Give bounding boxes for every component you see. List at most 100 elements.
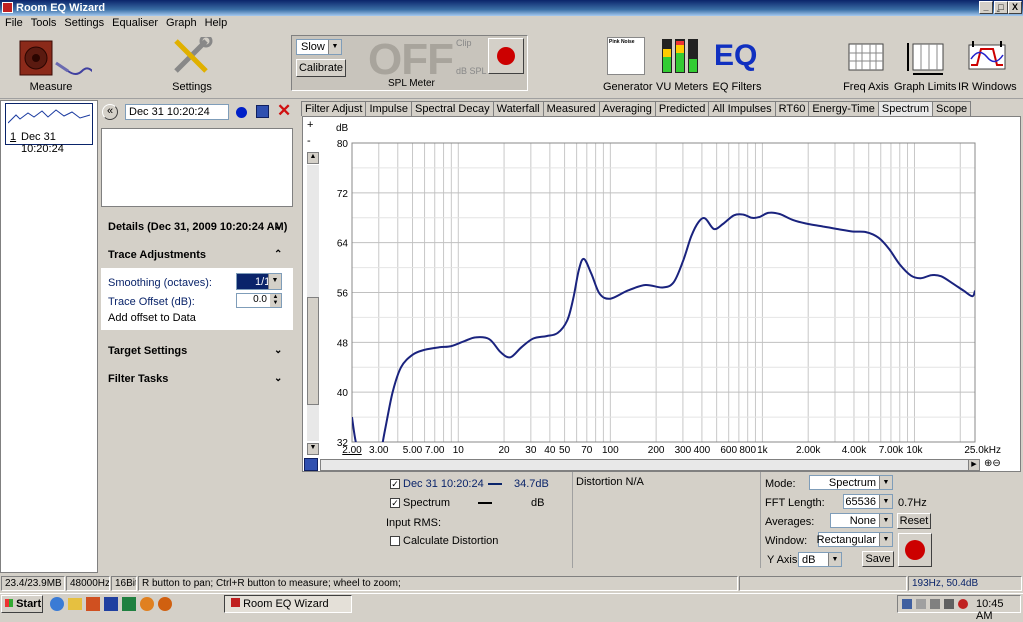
spl-record-button[interactable] xyxy=(488,38,524,74)
x-tick-label: 1k xyxy=(757,445,769,456)
generator-button[interactable]: Pink Noise Generator xyxy=(603,37,653,93)
close-button[interactable]: X xyxy=(1008,1,1022,14)
system-tray: 10:45 AM xyxy=(897,595,1021,622)
collapse-panel-button[interactable]: « xyxy=(102,104,118,120)
word-icon[interactable] xyxy=(104,597,118,611)
save-icon[interactable] xyxy=(256,105,269,118)
menu-file[interactable]: File xyxy=(2,16,26,31)
minimize-button[interactable]: _ xyxy=(979,1,993,14)
measurement-name-input[interactable]: Dec 31 10:20:24 xyxy=(125,104,229,120)
y-axis-value: dB xyxy=(802,554,816,566)
save-button[interactable]: Save xyxy=(862,551,894,567)
x-tick-label: 7.00 xyxy=(425,445,445,456)
mode-select[interactable]: Spectrum ▼ xyxy=(809,475,893,490)
ir-windows-button[interactable]: IR Windows xyxy=(958,37,1017,93)
tab-predicted[interactable]: Predicted xyxy=(654,101,710,116)
measurement-thumbnail-icon xyxy=(8,109,91,124)
tab-measured[interactable]: Measured xyxy=(542,101,600,116)
network-icon[interactable] xyxy=(902,599,912,609)
chevron-down-icon[interactable]: ⌄ xyxy=(274,221,282,232)
tray-icon[interactable] xyxy=(930,599,940,609)
powerpoint-icon[interactable] xyxy=(86,597,100,611)
trace-adjustments-header[interactable]: Trace Adjustments xyxy=(108,249,206,261)
excel-icon[interactable] xyxy=(122,597,136,611)
tab-spectral-decay[interactable]: Spectral Decay xyxy=(411,101,494,116)
details-header[interactable]: Details (Dec 31, 2009 10:20:24 AM) xyxy=(108,221,287,233)
taskbar-room-eq-wizard[interactable]: Room EQ Wizard xyxy=(224,595,352,613)
volume-icon[interactable] xyxy=(916,599,926,609)
averages-label: Averages: xyxy=(765,516,815,528)
fft-length-select[interactable]: 65536 ▼ xyxy=(843,494,893,509)
freq-axis-icon xyxy=(848,43,884,71)
measurement-item[interactable]: 1 Dec 31 10:20:24 xyxy=(5,103,93,155)
start-button[interactable]: Start xyxy=(1,595,43,613)
spectrum-graph[interactable]: + - ▲ ▼ dB 80 72 64 56 48 40 32 2.00 3.00 5.00 7.00… xyxy=(302,116,1021,472)
measure-button[interactable]: Measure xyxy=(8,37,94,93)
app-icon[interactable] xyxy=(140,597,154,611)
calibrate-button[interactable]: Calibrate xyxy=(296,59,346,77)
tab-all-impulses[interactable]: All Impulses xyxy=(708,101,776,116)
spectrum-checkbox[interactable]: ✓ xyxy=(390,498,400,508)
spl-speed-select[interactable]: Slow ▼ xyxy=(296,39,342,55)
graph-tabs: Filter Adjust Impulse Spectral Decay Waterf… xyxy=(301,101,1021,116)
tab-waterfall[interactable]: Waterfall xyxy=(492,101,544,116)
freq-axis-button[interactable]: Freq Axis xyxy=(838,37,894,93)
tab-impulse[interactable]: Impulse xyxy=(365,101,412,116)
chevron-down-icon: ▼ xyxy=(879,514,892,527)
blank-status xyxy=(739,576,907,591)
notes-area[interactable] xyxy=(101,128,293,207)
menu-equaliser[interactable]: Equaliser xyxy=(109,16,161,31)
chevron-down-icon[interactable]: ⌄ xyxy=(274,373,282,384)
folder-icon[interactable] xyxy=(68,598,82,610)
maximize-button[interactable]: ̱□ xyxy=(994,1,1008,14)
tab-filter-adjust[interactable]: Filter Adjust xyxy=(301,101,367,116)
chevron-down-icon[interactable]: ⌄ xyxy=(274,345,282,356)
averages-select[interactable]: None ▼ xyxy=(830,513,893,528)
tab-spectrum[interactable]: Spectrum xyxy=(877,101,933,116)
vu-meters-label: VU Meters xyxy=(656,81,708,93)
save-graph-icon[interactable] xyxy=(304,458,318,471)
menu-graph[interactable]: Graph xyxy=(163,16,200,31)
color-dot-icon[interactable] xyxy=(236,107,247,118)
measurements-list: 1 Dec 31 10:20:24 xyxy=(0,100,98,573)
averages-value: None xyxy=(849,515,876,527)
tray-icon[interactable] xyxy=(958,599,968,609)
settings-button[interactable]: Settings xyxy=(160,37,224,93)
tab-scope[interactable]: Scope xyxy=(931,101,972,116)
y-axis-select[interactable]: dB ▼ xyxy=(798,552,842,567)
reset-button[interactable]: Reset xyxy=(897,513,931,529)
series-line-0 xyxy=(352,211,975,442)
graph-limits-button[interactable]: Graph Limits xyxy=(894,37,956,93)
firefox-icon[interactable] xyxy=(158,597,172,611)
ie-icon[interactable] xyxy=(50,597,64,611)
add-offset-button[interactable]: Add offset to Data xyxy=(108,312,196,324)
delete-icon[interactable]: ✕ xyxy=(277,101,291,121)
menu-settings[interactable]: Settings xyxy=(61,16,107,31)
zoom-horizontal-icon[interactable]: ⊕⊖ xyxy=(984,458,1001,469)
y-tick-label: 64 xyxy=(337,239,349,250)
chevron-down-icon: ▼ xyxy=(328,40,341,54)
tab-energy-time[interactable]: Energy-Time xyxy=(808,101,879,116)
target-settings-header[interactable]: Target Settings xyxy=(108,345,187,357)
offset-spinner[interactable]: ▲ ▼ xyxy=(270,294,281,307)
tab-averaging[interactable]: Averaging xyxy=(598,101,656,116)
calculate-distortion-checkbox[interactable] xyxy=(390,536,400,546)
analyser-record-button[interactable] xyxy=(898,533,932,567)
tray-icon[interactable] xyxy=(944,599,954,609)
smoothing-select[interactable]: 1/1 ▼ xyxy=(236,273,282,290)
x-tick-label: 2.00k xyxy=(796,445,821,456)
filter-tasks-header[interactable]: Filter Tasks xyxy=(108,373,168,385)
x-tick-label: 20 xyxy=(499,445,511,456)
horizontal-scrollbar[interactable] xyxy=(320,459,980,471)
menu-help[interactable]: Help xyxy=(202,16,231,31)
trace1-checkbox[interactable]: ✓ xyxy=(390,479,400,489)
menu-tools[interactable]: Tools xyxy=(28,16,60,31)
vu-meters-button[interactable]: VU Meters xyxy=(656,37,708,93)
window-select[interactable]: Rectangular ▼ xyxy=(817,532,893,547)
x-tick-label: 200 xyxy=(648,445,665,456)
chevron-up-icon[interactable]: ⌃ xyxy=(274,249,282,260)
start-label: Start xyxy=(16,598,42,610)
tab-rt60[interactable]: RT60 xyxy=(774,101,810,116)
scroll-right-button[interactable]: ▶ xyxy=(968,459,980,471)
eq-filters-button[interactable]: EQ EQ Filters xyxy=(706,37,768,93)
